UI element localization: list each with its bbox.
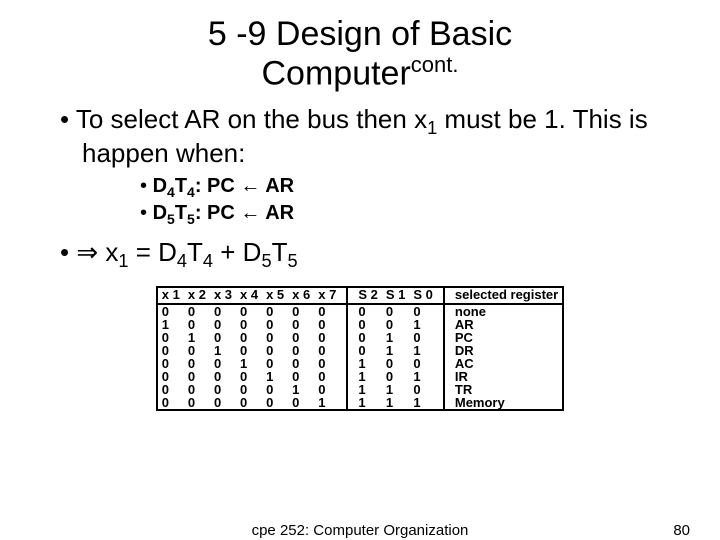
bullet-1: To select AR on the bus then x1 must be … bbox=[60, 105, 680, 169]
left-arrow-icon: ← bbox=[240, 175, 260, 197]
col-x6: x 6 bbox=[288, 287, 314, 304]
col-x4: x 4 bbox=[236, 287, 262, 304]
col-x1: x 1 bbox=[157, 287, 184, 304]
footer-course: cpe 252: Computer Organization bbox=[0, 522, 720, 539]
table-row: Memory bbox=[444, 396, 563, 410]
subbullet-2: D5T5: PC ← AR bbox=[140, 202, 680, 227]
col-x2: x 2 bbox=[184, 287, 210, 304]
bullet-equation: ⇒ x1 = D4T4 + D5T5 bbox=[60, 237, 680, 272]
title-line1: 5 -9 Design of Basic bbox=[208, 15, 512, 53]
table-row: none bbox=[444, 304, 563, 318]
slide-title: 5 -9 Design of Basic Computercont. bbox=[40, 16, 680, 93]
left-arrow-icon: ← bbox=[240, 202, 260, 224]
col-s2: S 2 bbox=[347, 287, 382, 304]
col-s1: S 1 bbox=[382, 287, 410, 304]
subbullet-1: D4T4: PC ← AR bbox=[140, 175, 680, 200]
title-line2a: Computer bbox=[262, 55, 411, 93]
col-x7: x 7 bbox=[314, 287, 347, 304]
page-number: 80 bbox=[673, 522, 690, 539]
title-sup: cont. bbox=[411, 52, 459, 77]
col-x3: x 3 bbox=[210, 287, 236, 304]
col-selected: selected register bbox=[444, 287, 563, 304]
col-s0: S 0 bbox=[409, 287, 444, 304]
bus-select-table: x 1 x 2 x 3 x 4 x 5 x 6 x 7 S 2 S 1 S 0 … bbox=[156, 286, 564, 411]
implies-icon: ⇒ bbox=[76, 237, 98, 267]
col-x5: x 5 bbox=[262, 287, 288, 304]
